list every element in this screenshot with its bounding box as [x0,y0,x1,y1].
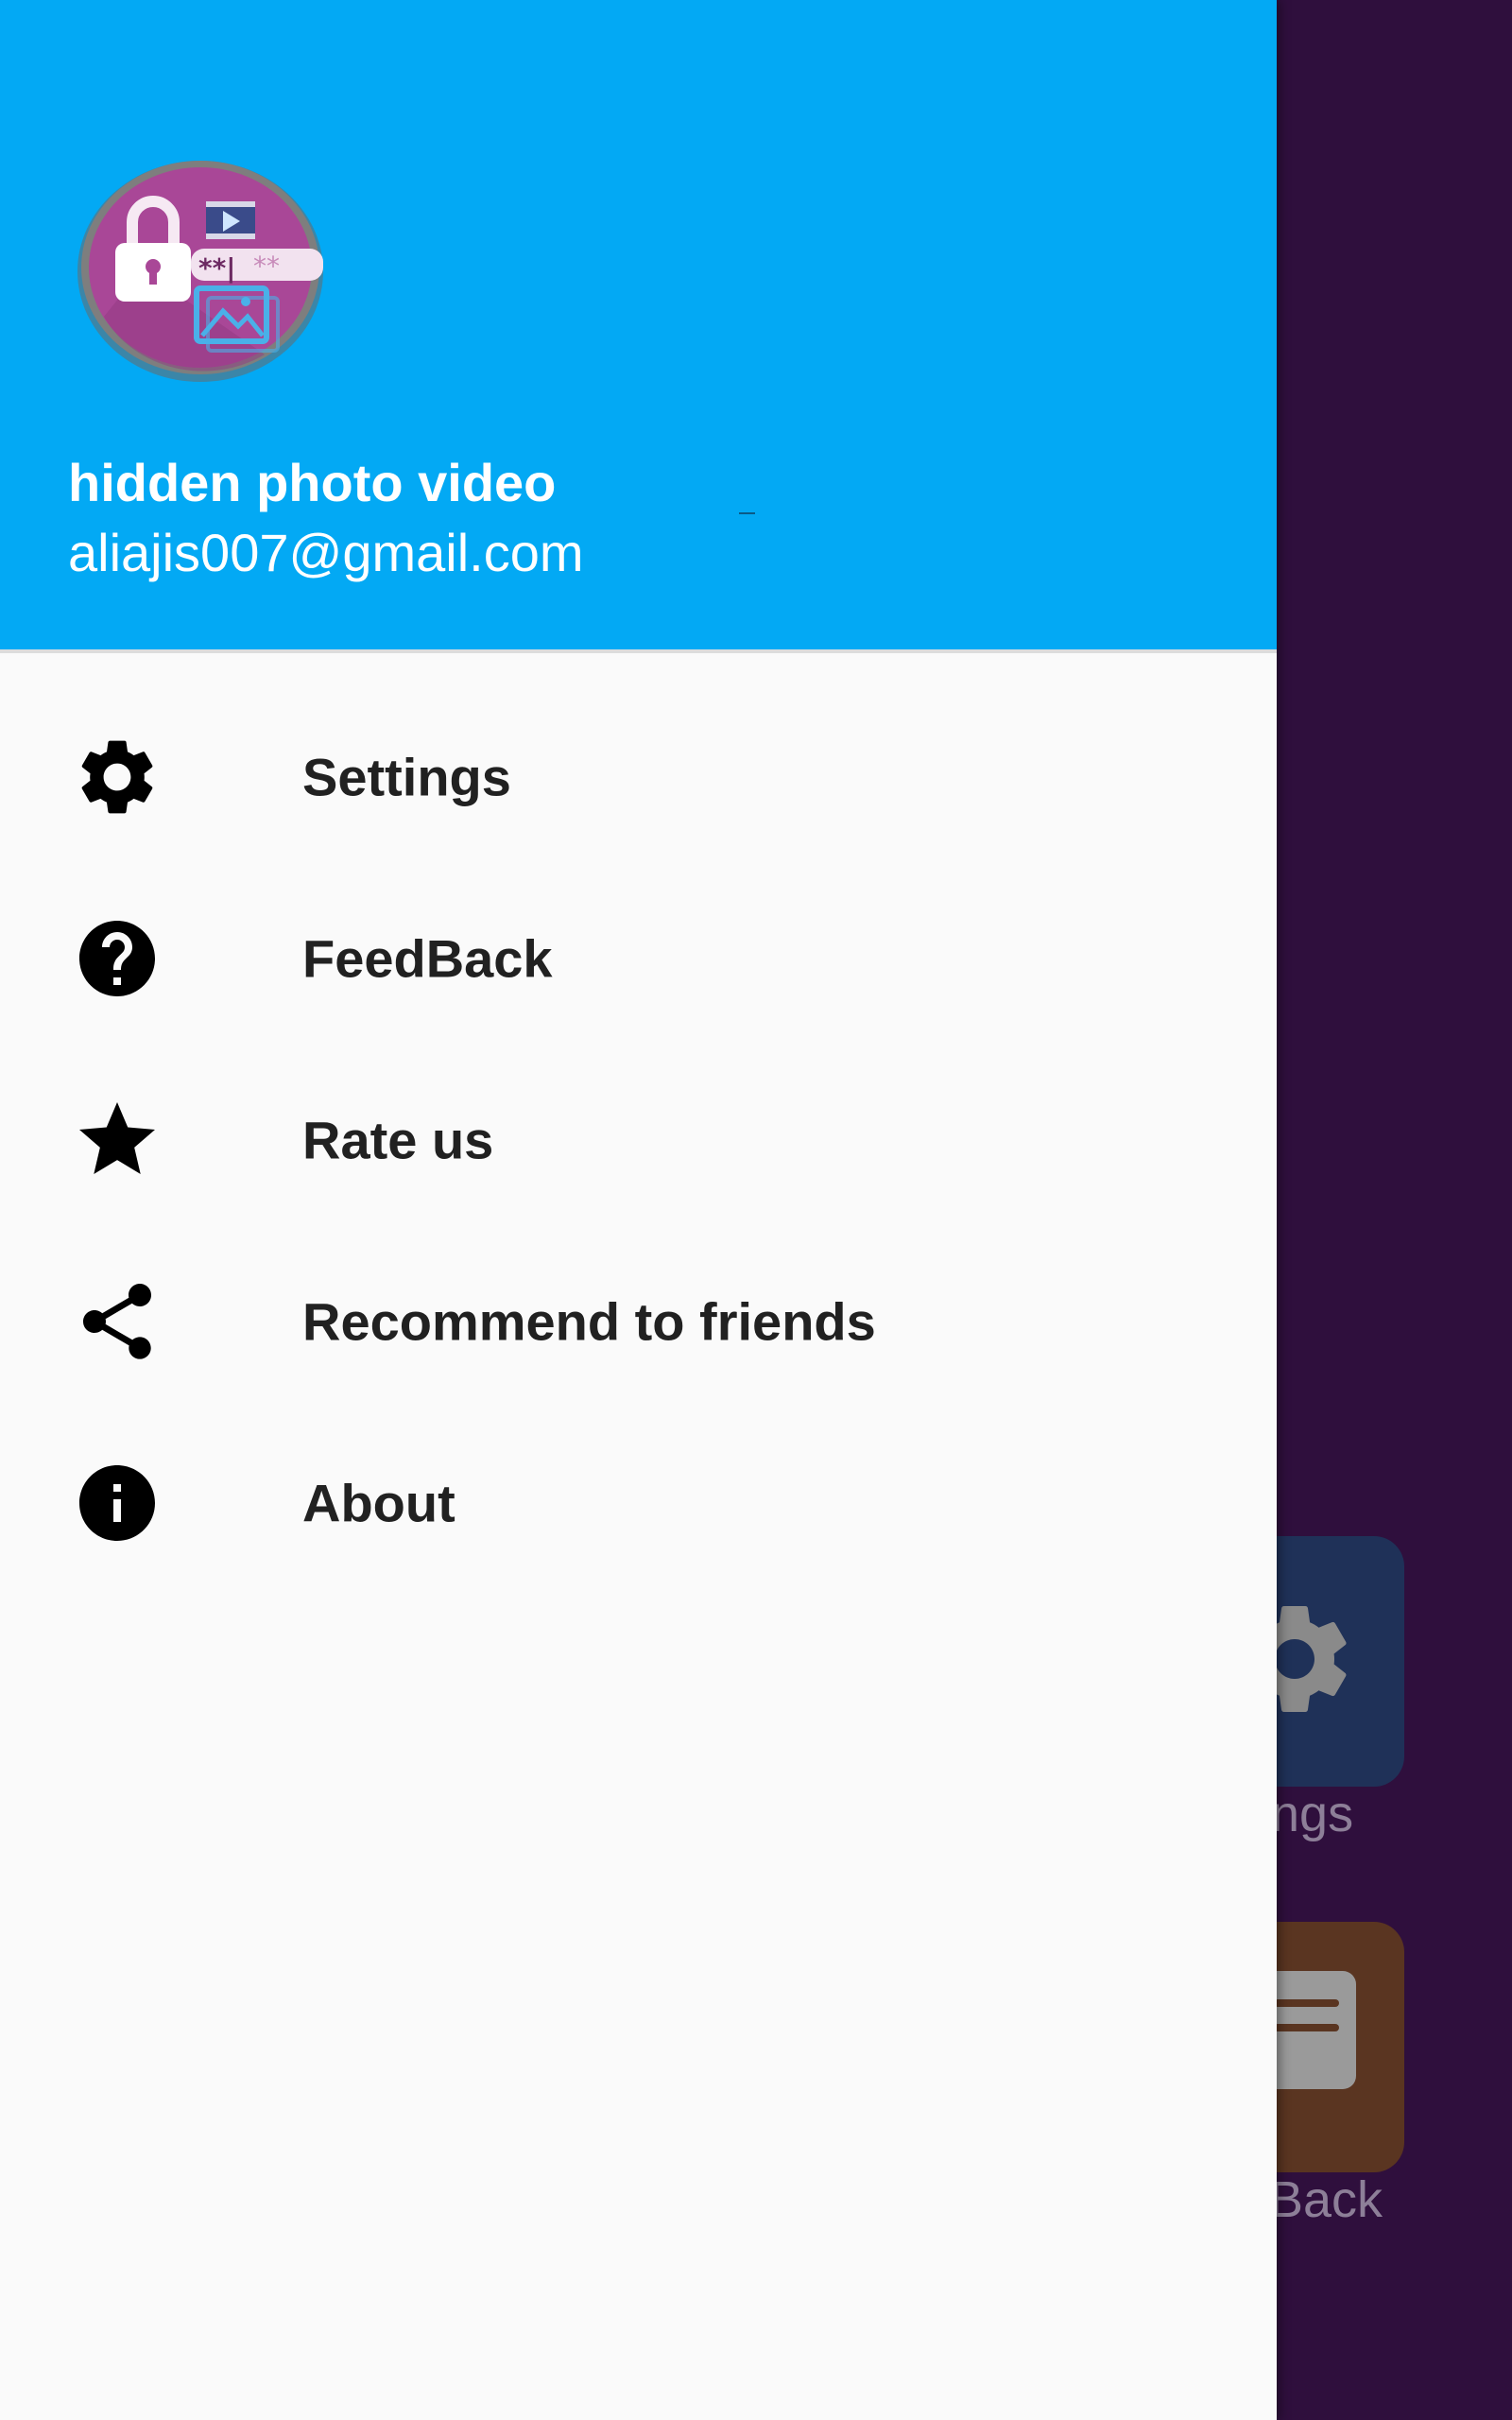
menu-item-settings[interactable]: Settings [0,686,1277,868]
menu-item-rate-us[interactable]: Rate us [0,1049,1277,1231]
gear-icon [81,740,153,814]
info-icon [79,1465,155,1541]
app-name: hidden photo video [68,453,557,512]
help-circle-icon [79,921,155,996]
menu-item-about[interactable]: About [0,1412,1277,1594]
star-icon [79,1102,155,1174]
drawer-header: **| ** hidden photo video aliajis007@gma… [0,0,1277,649]
menu-item-label: FeedBack [302,928,553,989]
share-icon [83,1284,151,1359]
menu-item-recommend[interactable]: Recommend to friends [0,1231,1277,1412]
svg-text:**: ** [253,251,280,282]
menu-item-label: About [302,1473,455,1533]
header-divider [0,649,1277,653]
bg-settings-label: ngs [1271,1786,1354,1842]
menu-item-label: Settings [302,747,511,807]
svg-text:**|: **| [198,252,236,284]
account-email: aliajis007@gmail.com [68,523,584,582]
menu-item-label: Rate us [302,1110,494,1170]
menu-item-feedback[interactable]: FeedBack [0,868,1277,1049]
app-logo-icon: **| ** [77,161,323,382]
navigation-drawer: **| ** hidden photo video aliajis007@gma… [0,0,1277,2420]
bg-feedback-label: Back [1269,2171,1383,2228]
header-decoration [739,512,755,514]
menu-item-label: Recommend to friends [302,1291,876,1352]
